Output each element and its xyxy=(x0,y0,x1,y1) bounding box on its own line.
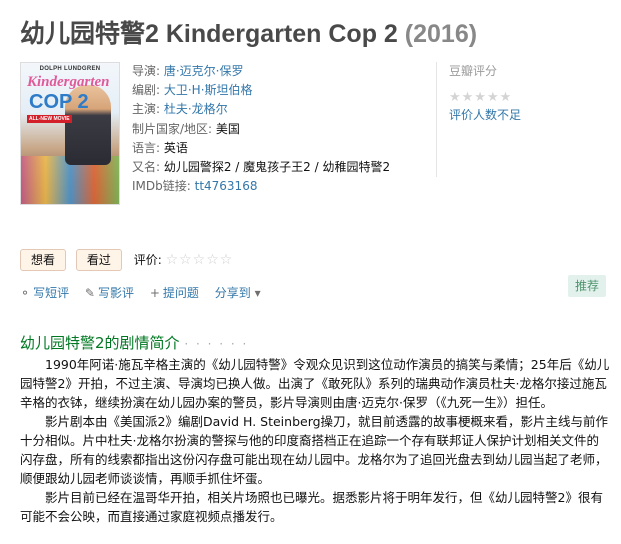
cast-link[interactable]: 杜夫·龙格尔 xyxy=(164,102,228,116)
tools-bar: ⚬ 写短评 ✎ 写影评 + 提问题 分享到 ▾ xyxy=(20,284,276,301)
rating-stars-icon: ★★★★★ xyxy=(449,90,513,105)
synopsis-paragraph: 1990年阿诺·施瓦辛格主演的《幼儿园特警》令观众见识到这位动作演员的搞笑与柔情… xyxy=(20,357,610,410)
aka-label: 又名: xyxy=(132,160,164,175)
recommend-button[interactable]: 推荐 xyxy=(568,275,607,297)
imdb-label: IMDb链接: xyxy=(132,179,195,194)
write-review-label: 写影评 xyxy=(97,286,134,300)
rate-label: 评价: xyxy=(133,253,162,267)
director-row: 导演: 唐·迈克尔·保罗 xyxy=(132,62,422,81)
dropdown-icon: ▾ xyxy=(254,286,261,300)
language-value: 英语 xyxy=(163,140,188,155)
synopsis-heading-text: 幼儿园特警2的剧情简介 xyxy=(20,334,180,352)
aka-value: 幼儿园警探2 / 魔鬼孩子王2 / 幼稚园特警2 xyxy=(163,160,391,175)
imdb-row: IMDb链接: tt4763168 xyxy=(132,177,422,196)
page-title: 幼儿园特警2 Kindergarten Cop 2 (2016) xyxy=(20,14,477,50)
action-bar: 想看 看过 评价: ☆☆☆☆☆ xyxy=(20,249,233,271)
ask-question-label: 提问题 xyxy=(162,286,199,300)
rating-title: 豆瓣评分 xyxy=(449,64,498,78)
douban-rating-panel: 豆瓣评分 ★★★★★ 评价人数不足 xyxy=(436,62,601,177)
country-label: 制片国家/地区: xyxy=(132,121,216,136)
movie-title: 幼儿园特警2 Kindergarten Cop 2 xyxy=(20,20,398,48)
watched-button[interactable]: 看过 xyxy=(75,249,122,271)
country-row: 制片国家/地区: 美国 xyxy=(132,120,422,139)
share-dropdown[interactable]: 分享到 ▾ xyxy=(215,286,264,300)
write-review-button[interactable]: ✎ 写影评 xyxy=(85,286,134,300)
director-link[interactable]: 唐·迈克尔·保罗 xyxy=(164,64,244,78)
movie-poster[interactable]: DOLPH LUNDGREN Kindergarten COP 2 ALL-NE… xyxy=(20,62,120,205)
writer-row: 编剧: 大卫·H·斯坦伯格 xyxy=(132,81,422,100)
want-to-watch-button[interactable]: 想看 xyxy=(20,249,67,271)
rating-insufficient-link[interactable]: 评价人数不足 xyxy=(449,106,601,123)
poster-top-text: DOLPH LUNDGREN xyxy=(39,66,101,72)
comment-icon: ⚬ xyxy=(20,286,31,300)
movie-info: 导演: 唐·迈克尔·保罗 编剧: 大卫·H·斯坦伯格 主演: 杜夫·龙格尔 制片… xyxy=(132,62,422,196)
writer-link[interactable]: 大卫·H·斯坦伯格 xyxy=(164,83,253,97)
synopsis-paragraph: 影片剧本由《美国派2》编剧David H. Steinberg操刀，就目前透露的… xyxy=(20,414,609,486)
poster-title-top: Kindergarten xyxy=(27,74,110,90)
write-short-review-button[interactable]: ⚬ 写短评 xyxy=(20,286,69,300)
synopsis-heading: 幼儿园特警2的剧情简介 · · · · · · xyxy=(20,332,248,353)
imdb-link[interactable]: tt4763168 xyxy=(195,179,258,193)
poster-title-bottom: COP 2 xyxy=(29,91,89,113)
language-row: 语言: 英语 xyxy=(132,139,422,158)
write-short-review-label: 写短评 xyxy=(33,286,70,300)
language-label: 语言: xyxy=(132,140,164,155)
movie-year: (2016) xyxy=(404,20,478,48)
country-value: 美国 xyxy=(215,121,240,136)
pencil-icon: ✎ xyxy=(84,286,95,300)
synopsis-body: 1990年阿诺·施瓦辛格主演的《幼儿园特警》令观众见识到这位动作演员的搞笑与柔情… xyxy=(20,355,610,526)
poster-badge: ALL-NEW MOVIE xyxy=(27,115,72,123)
synopsis-dots: · · · · · · xyxy=(184,337,249,351)
director-label: 导演: xyxy=(132,64,164,78)
cast-row: 主演: 杜夫·龙格尔 xyxy=(132,100,422,119)
synopsis-paragraph: 影片目前已经在温哥华开拍，相关片场照也已曝光。据悉影片将于明年发行，但《幼儿园特… xyxy=(20,490,603,524)
aka-row: 又名: 幼儿园警探2 / 魔鬼孩子王2 / 幼稚园特警2 xyxy=(132,158,422,177)
plus-icon: + xyxy=(149,286,160,300)
rate-stars-icon[interactable]: ☆☆☆☆☆ xyxy=(166,252,234,268)
cast-label: 主演: xyxy=(132,102,164,117)
share-label: 分享到 xyxy=(214,286,251,300)
writer-label: 编剧: xyxy=(132,83,164,98)
ask-question-button[interactable]: + 提问题 xyxy=(150,286,199,300)
